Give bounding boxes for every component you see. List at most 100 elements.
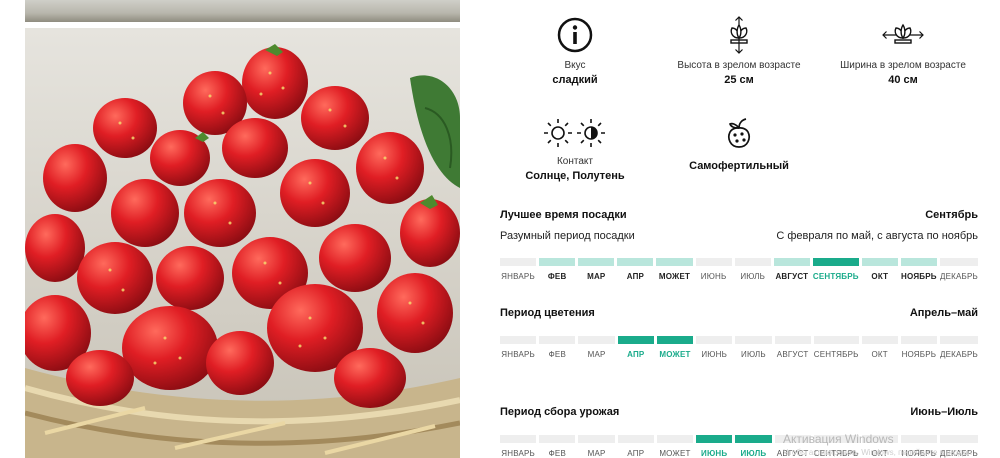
month-bar	[617, 258, 654, 266]
month-cell: ИЮНЬ	[696, 435, 733, 458]
month-bar	[939, 258, 978, 266]
attribute-label: Высота в зрелом возрасте	[677, 60, 801, 71]
month-cell: АПР	[617, 336, 654, 359]
month-cell: ИЮЛЬ	[734, 258, 771, 281]
month-bar	[773, 258, 810, 266]
attribute-value: 40 см	[888, 74, 918, 86]
strawberry-illustration	[25, 28, 460, 458]
month-cell: МАР	[578, 435, 615, 458]
month-label: ЯНВАРЬ	[501, 350, 535, 359]
month-cell: ФЕВ	[539, 258, 576, 281]
month-label: ЯНВАРЬ	[501, 272, 535, 281]
month-cell: АПР	[617, 258, 654, 281]
month-label: МОЖЕТ	[659, 449, 691, 458]
month-label: СЕНТЯБРЬ	[813, 350, 859, 359]
month-label: МАР	[587, 350, 606, 359]
month-bar	[539, 336, 576, 344]
month-cell: ДЕКАБРЬ	[939, 258, 978, 281]
month-bar	[578, 258, 615, 266]
month-label: АВГУСТ	[776, 350, 809, 359]
month-bar	[735, 435, 772, 443]
month-label: МАР	[587, 449, 606, 458]
month-label: ФЕВ	[547, 272, 567, 281]
month-label: АПР	[627, 350, 645, 359]
month-label: МАР	[587, 272, 606, 281]
month-label: НОЯБРЬ	[901, 272, 937, 281]
month-bar	[617, 435, 654, 443]
attribute-taste: Вкус сладкий	[500, 16, 650, 86]
attribute-label: Вкус	[564, 60, 586, 71]
month-cell: АВГУСТ	[773, 258, 810, 281]
month-cell: СЕНТЯБРЬ	[813, 336, 859, 359]
attribute-exposure: Контакт Солнце, Полутень	[500, 116, 650, 182]
windows-activation-hint: Чтобы активировать Windows, перейдите в …	[783, 448, 972, 457]
sun-halfsun-icon	[544, 119, 605, 147]
month-bar	[578, 435, 615, 443]
month-label: ОКТ	[871, 350, 888, 359]
harvest-range: Июнь–Июль	[910, 406, 978, 418]
flowering-range: Апрель–май	[909, 307, 978, 319]
planting-calendar: ЯНВАРЬ ФЕВ МАР АПР МОЖЕТ ИЮНЬ ИЮЛЬ АВГУСТ СЕНТЯБ…	[500, 258, 978, 281]
month-bar	[900, 336, 938, 344]
attribute-label: Контакт	[556, 156, 593, 167]
month-bar	[861, 336, 898, 344]
month-bar	[500, 258, 537, 266]
month-bar	[696, 435, 733, 443]
month-bar	[774, 336, 811, 344]
month-label: АВГУСТ	[775, 272, 809, 281]
month-label: ИЮЛЬ	[740, 272, 766, 281]
month-bar	[940, 336, 979, 344]
attribute-value: сладкий	[552, 74, 598, 86]
attribute-label: Ширина в зрелом возрасте	[840, 60, 966, 71]
product-info-panel: Вкус сладкий Высота в зрелом возрасте 25…	[500, 0, 979, 458]
month-cell: МОЖЕТ	[656, 336, 694, 359]
month-cell: ИЮНЬ	[695, 258, 732, 281]
month-cell: ИЮЛЬ	[735, 435, 772, 458]
month-bar	[500, 435, 537, 443]
planting-subtitle: Разумный период посадки	[500, 230, 635, 242]
month-cell: АВГУСТ	[774, 336, 811, 359]
month-label: МОЖЕТ	[659, 350, 691, 359]
month-bar	[900, 258, 937, 266]
month-bar	[539, 435, 576, 443]
month-cell: ЯНВАРЬ	[500, 435, 537, 458]
month-label: ФЕВ	[548, 350, 566, 359]
flowering-title: Период цветения	[500, 307, 595, 319]
month-label: НОЯБРЬ	[901, 350, 937, 359]
month-bar	[500, 336, 537, 344]
month-cell: ДЕКАБРЬ	[940, 336, 979, 359]
month-bar	[656, 336, 694, 344]
plant-height-icon	[730, 16, 748, 54]
month-cell: ИЮНЬ	[696, 336, 733, 359]
month-bar	[735, 336, 772, 344]
attribute-width: Ширина в зрелом возрасте 40 см	[828, 16, 978, 86]
attribute-height: Высота в зрелом возрасте 25 см	[664, 16, 814, 86]
attribute-value: Самофертильный	[689, 160, 789, 172]
month-cell: МОЖЕТ	[656, 435, 694, 458]
month-bar	[812, 258, 859, 266]
month-label: ИЮНЬ	[700, 272, 727, 281]
month-bar	[813, 336, 859, 344]
month-label: ОКТ	[871, 272, 889, 281]
harvest-title: Период сбора урожая	[500, 406, 620, 418]
month-label: ИЮЛЬ	[741, 350, 766, 359]
self-fertile-icon	[728, 118, 750, 148]
month-bar	[617, 336, 654, 344]
attribute-value: 25 см	[724, 74, 754, 86]
month-cell: МАР	[578, 258, 615, 281]
month-cell: МАР	[578, 336, 615, 359]
photo-thumbnail-strip	[25, 0, 460, 22]
month-bar	[656, 258, 693, 266]
month-cell: МОЖЕТ	[656, 258, 693, 281]
month-label: ФЕВ	[548, 449, 566, 458]
month-bar	[578, 336, 615, 344]
month-label: АПР	[627, 449, 645, 458]
month-bar	[695, 258, 732, 266]
month-bar	[861, 258, 898, 266]
planting-range: С февраля по май, с августа по ноябрь	[776, 230, 978, 242]
month-bar	[696, 336, 733, 344]
planting-best-month: Сентябрь	[925, 209, 978, 221]
month-bar	[656, 435, 694, 443]
month-cell: АПР	[617, 435, 654, 458]
month-cell: ИЮЛЬ	[735, 336, 772, 359]
